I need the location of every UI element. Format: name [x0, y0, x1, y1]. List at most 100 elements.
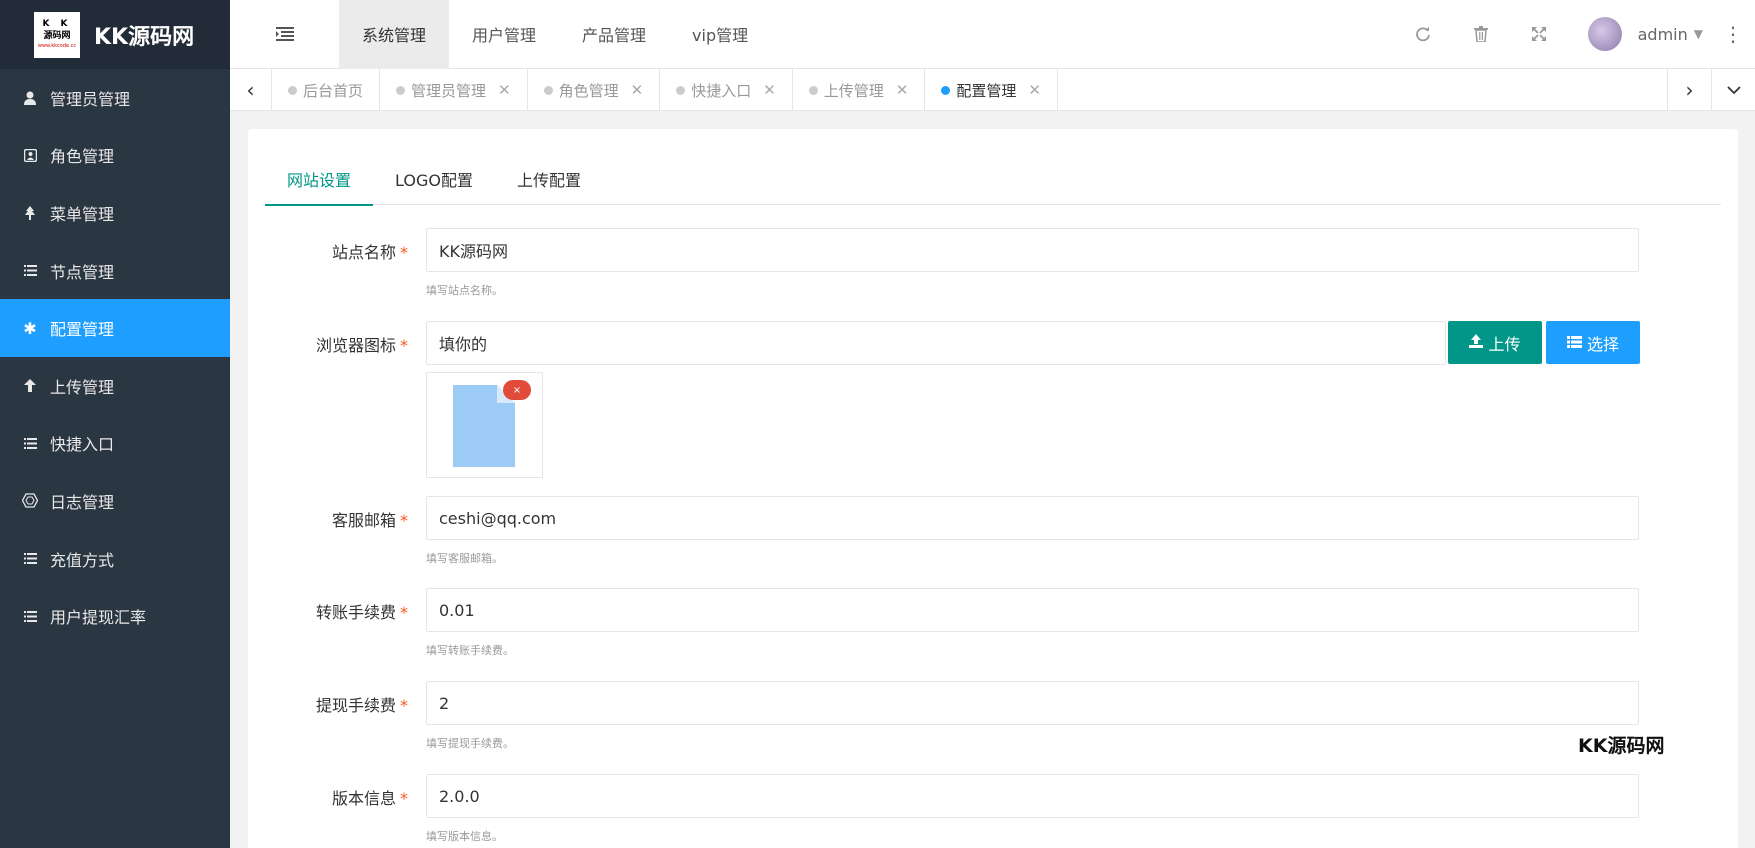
sidebar-item-upload[interactable]: 上传管理 — [0, 357, 230, 415]
upload-icon — [1469, 333, 1484, 352]
sidebar-item-log[interactable]: 日志管理 — [0, 472, 230, 530]
chevron-left-icon[interactable]: ‹ — [230, 69, 272, 111]
page-tab-config[interactable]: 配置管理 ✕ — [925, 69, 1058, 111]
sidebar-item-label: 菜单管理 — [50, 204, 115, 224]
select-button[interactable]: 选择 — [1546, 321, 1640, 364]
header-actions: admin ▼ ⋮ — [1394, 0, 1755, 69]
close-icon[interactable]: ✕ — [631, 81, 644, 99]
top-nav: 系统管理 用户管理 产品管理 vip管理 — [339, 0, 771, 69]
favicon-preview: × — [426, 372, 543, 478]
close-icon[interactable]: ✕ — [763, 81, 776, 99]
list-icon — [1566, 334, 1582, 352]
transfer-fee-label: 转账手续费 * — [315, 603, 408, 622]
logo-area: K K 源码网 www.kkcode.cc KK源码网 — [0, 0, 230, 69]
arrow-up-icon — [22, 378, 38, 394]
page-tab-admin[interactable]: 管理员管理 ✕ — [380, 69, 528, 111]
sidebar-item-recharge[interactable]: 充值方式 — [0, 530, 230, 588]
sidebar-menu: 管理员管理 角色管理 菜单管理 节点管理 ✱ 配置管理 上传管理 快捷入口 日志… — [0, 69, 230, 645]
sidebar-item-label: 充值方式 — [50, 550, 115, 570]
favicon-input[interactable]: 填你的 — [426, 321, 1446, 365]
page-tab-shortcut[interactable]: 快捷入口 ✕ — [660, 69, 793, 111]
logo-line2: 源码网 — [43, 31, 71, 41]
withdraw-fee-input[interactable]: 2 — [426, 681, 1639, 725]
sidebar-item-label: 配置管理 — [50, 320, 115, 340]
sidebar-item-label: 上传管理 — [50, 377, 115, 397]
label-text: 站点名称 — [331, 243, 396, 262]
sidebar-item-label: 节点管理 — [50, 262, 115, 282]
email-label: 客服邮箱 * — [331, 511, 408, 530]
sidebar-item-config[interactable]: ✱ 配置管理 — [0, 299, 230, 357]
page-tab-upload[interactable]: 上传管理 ✕ — [793, 69, 926, 111]
tab-site-settings[interactable]: 网站设置 — [265, 153, 374, 206]
app-title: KK源码网 — [94, 24, 195, 50]
site-name-label: 站点名称 * — [331, 243, 408, 262]
version-input[interactable]: 2.0.0 — [426, 774, 1639, 818]
topnav-vip[interactable]: vip管理 — [669, 0, 771, 69]
page-tab-label: 快捷入口 — [691, 81, 752, 100]
tab-upload-config[interactable]: 上传配置 — [495, 153, 603, 205]
sidebar-item-role[interactable]: 角色管理 — [0, 127, 230, 185]
upload-button[interactable]: 上传 — [1448, 321, 1542, 364]
tabs-right-controls: › — [1667, 69, 1755, 111]
logo-line1: K K — [42, 19, 72, 29]
list-icon — [22, 608, 38, 624]
fullscreen-icon[interactable] — [1510, 26, 1568, 42]
sidebar: K K 源码网 www.kkcode.cc KK源码网 管理员管理 角色管理 菜… — [0, 0, 230, 848]
sidebar-item-node[interactable]: 节点管理 — [0, 242, 230, 300]
page-tabs-bar: ‹ 后台首页 管理员管理 ✕ 角色管理 ✕ 快捷入口 ✕ 上传管理 ✕ 配置管理 — [230, 69, 1755, 111]
watermark: KK源码网 — [1578, 735, 1665, 757]
tab-dot — [808, 85, 818, 95]
gear-icon: ✱ — [23, 318, 37, 338]
withdraw-fee-hint: 填写提现手续费。 — [426, 737, 514, 750]
sidebar-item-withdraw-rate[interactable]: 用户提现汇率 — [0, 587, 230, 645]
chevron-down-icon: ▼ — [1693, 27, 1703, 41]
menu-toggle-icon[interactable] — [230, 0, 339, 69]
transfer-fee-input[interactable]: 0.01 — [426, 588, 1639, 632]
more-vertical-icon[interactable]: ⋮ — [1723, 22, 1743, 46]
tab-dot — [288, 85, 297, 95]
upload-button-label: 上传 — [1488, 334, 1521, 354]
page-tab-label: 角色管理 — [558, 81, 619, 100]
site-name-input[interactable]: KK源码网 — [426, 228, 1639, 272]
withdraw-fee-label: 提现手续费 * — [315, 696, 408, 715]
sidebar-item-shortcut[interactable]: 快捷入口 — [0, 415, 230, 473]
label-text: 转账手续费 — [315, 603, 396, 622]
page-tab-label: 配置管理 — [956, 81, 1017, 100]
chevron-down-icon[interactable] — [1711, 69, 1755, 111]
list-icon — [22, 551, 38, 567]
user-menu[interactable]: admin ▼ — [1587, 17, 1703, 51]
page-tab-label: 上传管理 — [823, 81, 884, 100]
version-label: 版本信息 * — [331, 789, 408, 808]
username: admin — [1637, 24, 1688, 44]
trash-icon[interactable] — [1452, 26, 1510, 42]
site-name-hint: 填写站点名称。 — [426, 284, 503, 297]
avatar — [1587, 17, 1622, 51]
label-text: 浏览器图标 — [315, 336, 396, 355]
file-icon — [453, 385, 515, 471]
close-icon[interactable]: ✕ — [1028, 81, 1041, 99]
topnav-products[interactable]: 产品管理 — [559, 0, 669, 69]
config-tabs: 网站设置 LOGO配置 上传配置 — [265, 153, 1721, 206]
tab-dot — [941, 85, 951, 95]
sidebar-item-menu[interactable]: 菜单管理 — [0, 184, 230, 242]
page-tab-role[interactable]: 角色管理 ✕ — [528, 69, 661, 111]
topnav-system[interactable]: 系统管理 — [339, 0, 450, 69]
tab-dot — [543, 85, 553, 95]
sidebar-item-admin[interactable]: 管理员管理 — [0, 69, 230, 127]
tab-logo-config[interactable]: LOGO配置 — [373, 153, 495, 205]
config-card: 网站设置 LOGO配置 上传配置 站点名称 * KK源码网 填写站点名称。 浏览器… — [248, 129, 1738, 848]
close-icon[interactable]: ✕ — [896, 81, 909, 99]
topnav-users[interactable]: 用户管理 — [449, 0, 559, 69]
close-icon[interactable]: ✕ — [498, 81, 511, 99]
favicon-label: 浏览器图标 * — [315, 336, 408, 355]
role-icon — [22, 147, 38, 163]
email-input[interactable]: ceshi@qq.com — [426, 496, 1639, 540]
refresh-icon[interactable] — [1394, 26, 1452, 42]
list-icon — [22, 263, 38, 279]
label-text: 提现手续费 — [315, 696, 396, 715]
chevron-right-icon[interactable]: › — [1667, 69, 1711, 111]
page-tab-home[interactable]: 后台首页 — [272, 69, 381, 111]
delete-image-button[interactable]: × — [503, 380, 531, 400]
page-tabs: 后台首页 管理员管理 ✕ 角色管理 ✕ 快捷入口 ✕ 上传管理 ✕ 配置管理 ✕ — [272, 69, 1667, 111]
logo: K K 源码网 www.kkcode.cc — [34, 11, 80, 58]
